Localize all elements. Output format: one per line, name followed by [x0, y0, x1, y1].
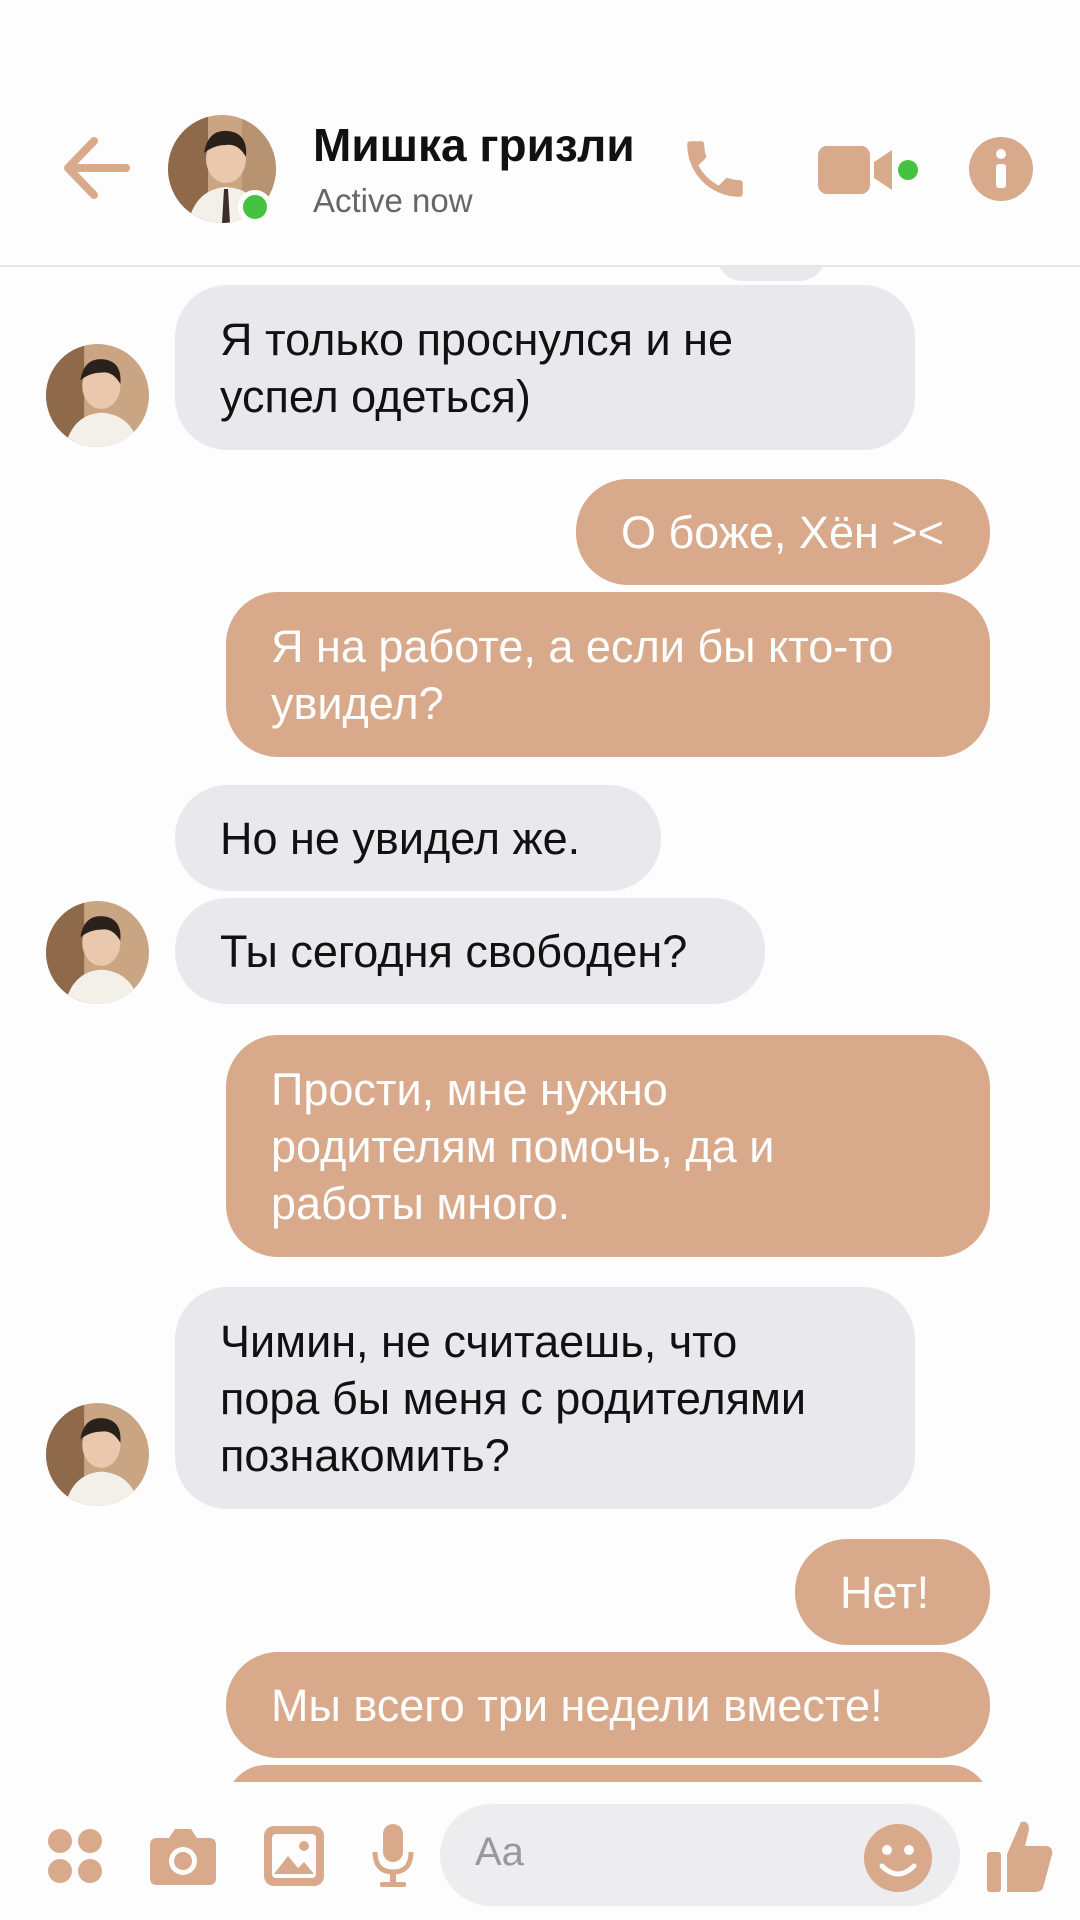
message-incoming[interactable]: Я только проснулся и не успел одеться)	[175, 285, 915, 450]
message-incoming[interactable]: Чимин, не считаешь, что пора бы меня с р…	[175, 1287, 915, 1509]
composer-bar: Aa	[0, 1782, 1080, 1920]
gallery-icon[interactable]	[262, 1824, 326, 1888]
contact-avatar-small	[46, 344, 149, 447]
message-incoming[interactable]: Ты сегодня свободен?	[175, 898, 765, 1004]
apps-icon[interactable]	[46, 1827, 104, 1885]
info-icon[interactable]	[968, 136, 1034, 202]
video-camera-icon[interactable]	[818, 142, 918, 198]
back-arrow-icon[interactable]	[60, 135, 130, 201]
camera-icon[interactable]	[149, 1826, 217, 1886]
phone-icon[interactable]	[678, 132, 752, 206]
message-outgoing[interactable]: Прости, мне нужно родителям помочь, да и…	[226, 1035, 990, 1257]
message-outgoing[interactable]: Я на работе, а если бы кто-то увидел?	[226, 592, 990, 757]
message-input-placeholder: Aa	[475, 1830, 524, 1874]
online-indicator	[238, 190, 272, 224]
message-outgoing[interactable]: Мы всего три недели вместе!	[226, 1652, 990, 1758]
thumbs-up-icon[interactable]	[985, 1818, 1055, 1894]
message-outgoing[interactable]: Нет!	[795, 1539, 990, 1645]
microphone-icon[interactable]	[370, 1822, 416, 1890]
next-message-edge	[226, 1765, 990, 1782]
contact-status: Active now	[313, 182, 473, 219]
contact-name[interactable]: Мишка гризли	[313, 118, 635, 172]
emoji-icon[interactable]	[862, 1822, 934, 1894]
contact-avatar-small	[46, 1403, 149, 1506]
message-incoming[interactable]: Но не увидел же.	[175, 785, 661, 891]
contact-avatar-small	[46, 901, 149, 1004]
message-outgoing[interactable]: О боже, Хён ><	[576, 479, 990, 585]
message-list[interactable]: Я только проснулся и не успел одеться) О…	[0, 267, 1080, 1782]
chat-header: Мишка гризли Active now	[0, 0, 1080, 267]
previous-message-edge	[716, 267, 826, 281]
